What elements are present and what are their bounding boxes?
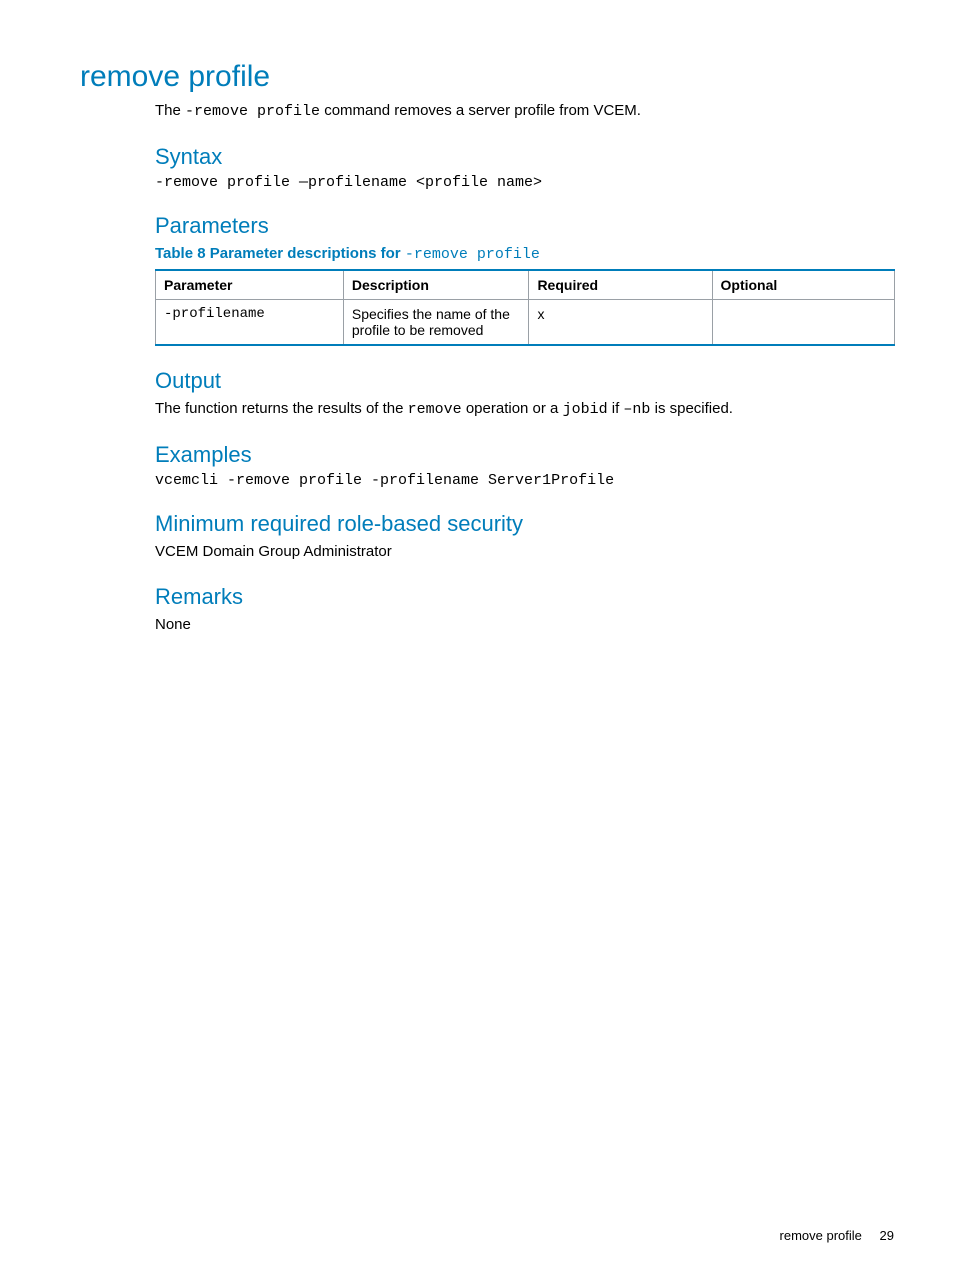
page-title: remove profile: [80, 60, 894, 94]
syntax-heading: Syntax: [155, 144, 894, 170]
output-prefix: The function returns the results of the: [155, 400, 408, 417]
output-code1: remove: [408, 401, 462, 418]
output-code3: –nb: [623, 401, 650, 418]
footer-label: remove profile: [780, 1228, 862, 1243]
intro-command: -remove profile: [185, 103, 320, 120]
col-parameter: Parameter: [156, 270, 344, 300]
security-heading: Minimum required role-based security: [155, 511, 894, 537]
output-suffix: is specified.: [650, 400, 733, 417]
footer-page-number: 29: [880, 1228, 894, 1243]
output-code2: jobid: [563, 401, 608, 418]
output-mid1: operation or a: [462, 400, 563, 417]
syntax-code: -remove profile —profilename <profile na…: [155, 174, 894, 191]
security-text: VCEM Domain Group Administrator: [155, 541, 894, 562]
output-heading: Output: [155, 368, 894, 394]
cell-required: x: [529, 300, 712, 346]
table-title-code: -remove profile: [405, 246, 540, 263]
col-description: Description: [343, 270, 529, 300]
examples-heading: Examples: [155, 442, 894, 468]
output-mid2: if: [608, 400, 624, 417]
remarks-heading: Remarks: [155, 584, 894, 610]
intro-prefix: The: [155, 102, 185, 119]
table-row: -profilename Specifies the name of the p…: [156, 300, 895, 346]
parameters-table: Parameter Description Required Optional …: [155, 269, 895, 346]
examples-code: vcemcli -remove profile -profilename Ser…: [155, 472, 894, 489]
col-required: Required: [529, 270, 712, 300]
cell-optional: [712, 300, 895, 346]
page-footer: remove profile 29: [780, 1228, 894, 1243]
intro-suffix: command removes a server profile from VC…: [320, 102, 641, 119]
remarks-text: None: [155, 614, 894, 635]
intro-text: The -remove profile command removes a se…: [155, 100, 894, 122]
col-optional: Optional: [712, 270, 895, 300]
table-title-prefix: Table 8 Parameter descriptions for: [155, 245, 405, 262]
content-body: The -remove profile command removes a se…: [155, 100, 894, 635]
output-text: The function returns the results of the …: [155, 398, 894, 420]
parameters-table-title: Table 8 Parameter descriptions for -remo…: [155, 245, 894, 263]
cell-param: -profilename: [156, 300, 344, 346]
parameters-heading: Parameters: [155, 213, 894, 239]
cell-desc: Specifies the name of the profile to be …: [343, 300, 529, 346]
table-header-row: Parameter Description Required Optional: [156, 270, 895, 300]
